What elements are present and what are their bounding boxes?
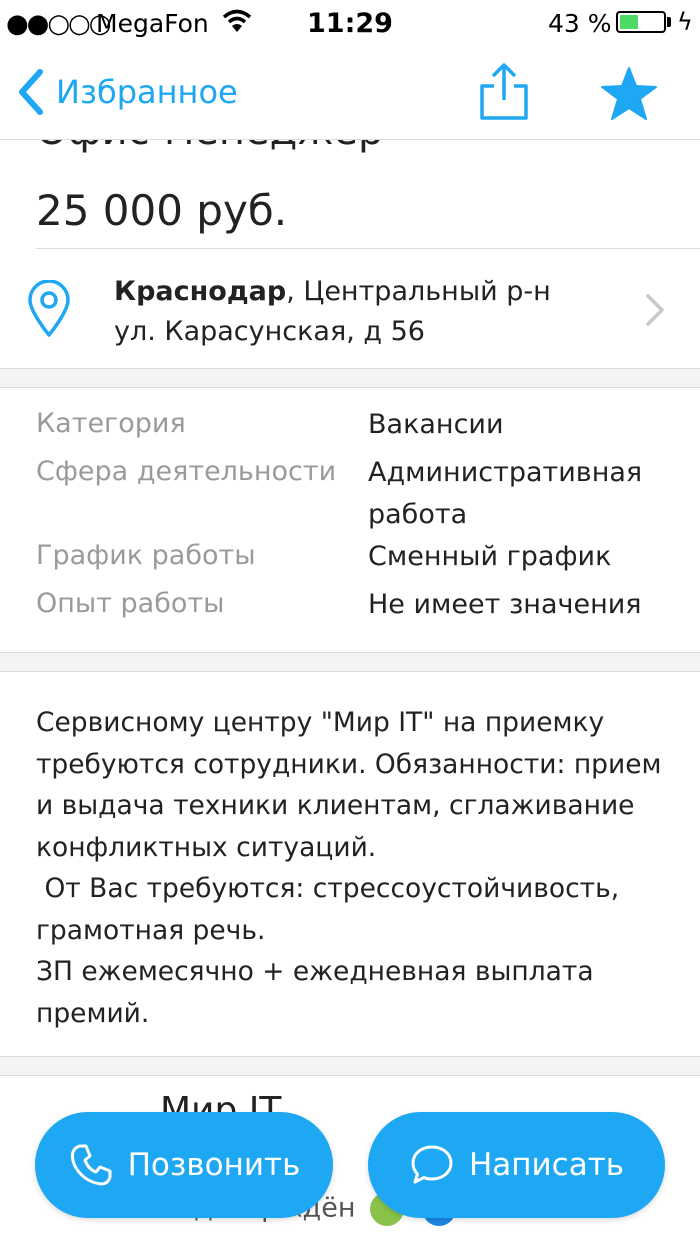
address-city: Краснодар (114, 276, 287, 307)
chat-bubble-icon (411, 1145, 453, 1184)
address-row[interactable]: Краснодар, Центральный р-н ул. Карасунск… (0, 250, 700, 368)
write-button-label: Написать (468, 1147, 625, 1183)
param-value: Сменный график (368, 541, 612, 572)
navigation-bar: Избранное (0, 44, 700, 140)
listing-description: Сервисному центру "Мир IT" на приемку тр… (36, 707, 662, 1029)
star-icon[interactable] (600, 66, 658, 122)
battery-level (620, 15, 638, 29)
battery-percent: 43 % (548, 9, 612, 38)
param-key: Сфера деятельности (36, 456, 337, 487)
param-key: График работы (36, 540, 256, 571)
chevron-left-icon (19, 69, 43, 115)
section-separator (0, 652, 700, 672)
section-separator (0, 1056, 700, 1076)
param-value: Административная работа (368, 457, 643, 530)
param-value: Вакансии (368, 409, 504, 440)
write-message-button[interactable]: Написать (368, 1112, 665, 1218)
location-pin-icon (28, 280, 70, 337)
listing-price: 25 000 руб. (36, 186, 288, 235)
status-bar: ●●○○○ MegaFon 11:29 43 % ϟ (0, 0, 700, 44)
divider (36, 248, 700, 249)
back-button-label: Избранное (56, 73, 238, 111)
chevron-right-icon (646, 294, 664, 326)
phone-icon (70, 1144, 112, 1186)
address-city-district: Краснодар, Центральный р-н (114, 276, 551, 307)
call-button[interactable]: Позвонить (35, 1112, 333, 1218)
share-icon[interactable] (478, 62, 530, 122)
param-key: Опыт работы (36, 588, 225, 619)
param-key: Категория (36, 408, 186, 439)
battery-tip (667, 17, 671, 27)
param-value: Не имеет значения (368, 589, 642, 620)
address-district: , Центральный р-н (286, 276, 551, 307)
battery-icon (616, 11, 666, 33)
charging-icon: ϟ (677, 8, 693, 36)
section-separator (0, 368, 700, 388)
back-button[interactable]: Избранное (16, 64, 238, 120)
address-street: ул. Карасунская, д 56 (114, 316, 425, 347)
call-button-label: Позвонить (127, 1147, 301, 1183)
